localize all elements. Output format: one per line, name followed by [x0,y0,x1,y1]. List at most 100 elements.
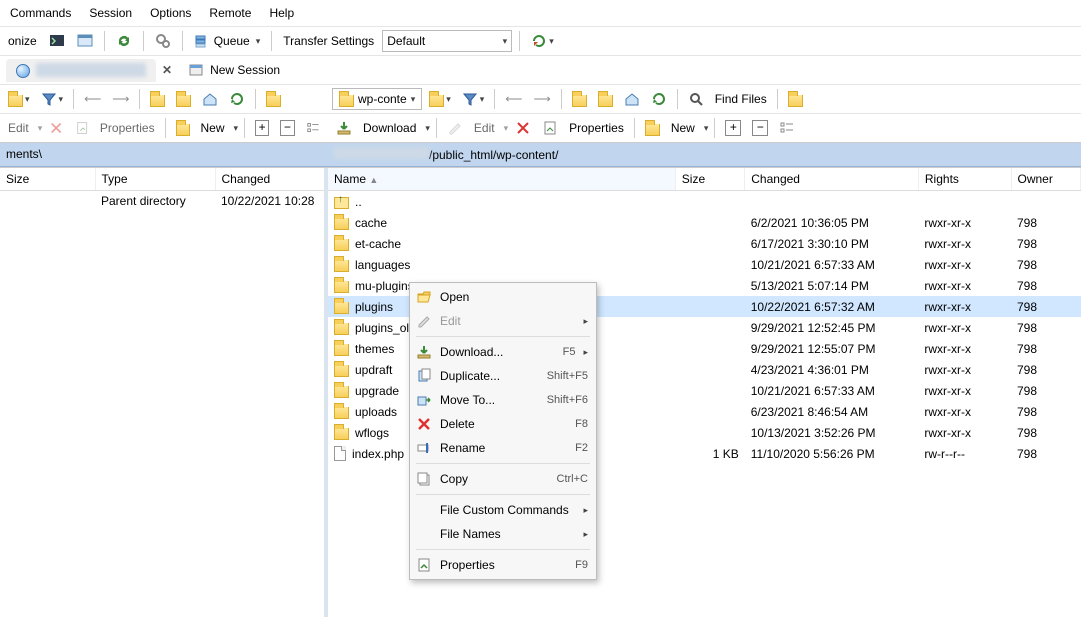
list-item[interactable]: Parent directory10/22/2021 10:28 [0,191,324,212]
menu-remote[interactable]: Remote [201,3,259,23]
remote-path[interactable]: /public_html/wp-content/ [328,143,1081,167]
local-fwd-icon[interactable]: ⟶ [108,88,133,110]
new-session-tab[interactable]: New Session [178,58,290,82]
local-syncdirs-icon[interactable] [262,88,285,110]
ctx-rename[interactable]: RenameF2 [410,436,596,460]
remote-plus-icon[interactable]: + [721,117,745,139]
col-rights[interactable]: Rights [918,168,1011,191]
menu-commands[interactable]: Commands [2,3,79,23]
col-name[interactable]: Name ▲ [328,168,675,191]
local-plus-icon[interactable]: + [251,117,273,139]
remote-props-icon[interactable] [538,117,562,139]
remote-filter-icon[interactable]: ▾ [458,88,489,110]
ctx-sep [416,463,590,464]
remote-minus-icon[interactable]: − [748,117,772,139]
queue-label: Queue [214,34,250,48]
ctx-delete[interactable]: DeleteF8 [410,412,596,436]
local-path[interactable]: ments\ [0,143,328,167]
folder-icon [334,218,349,230]
remote-action-toolbar: Download▾ Edit▾ Properties New▾ + − [328,114,1081,143]
session-tabs: ✕ New Session [0,55,1081,85]
list-item[interactable]: languages10/21/2021 6:57:33 AMrwxr-xr-x7… [328,254,1081,275]
local-new-icon[interactable] [172,117,194,139]
ctx-file-names[interactable]: File Names▸ [410,522,596,546]
remote-host-hidden [334,147,429,159]
find-files-button[interactable]: Find Files [711,92,771,106]
remote-checklist-icon[interactable] [775,117,799,139]
menu-options[interactable]: Options [142,3,199,23]
remote-edit-button[interactable]: Edit [470,121,499,135]
folder-icon [334,365,349,377]
folder-icon [334,386,349,398]
col-type[interactable]: Type [95,168,215,191]
active-session-tab[interactable] [6,59,156,82]
blank-icon [416,526,432,542]
local-properties-button[interactable]: Properties [96,121,159,135]
explorer-icon[interactable] [73,30,97,52]
close-tab-icon[interactable]: ✕ [158,63,176,77]
ctx-copy[interactable]: CopyCtrl+C [410,467,596,491]
ctx-open[interactable]: Open [410,285,596,309]
menu-session[interactable]: Session [81,3,140,23]
col-size[interactable]: Size [0,168,95,191]
local-pane: Size Type Changed Parent directory10/22/… [0,168,328,617]
local-back-icon[interactable]: ⟵ [80,88,105,110]
local-minus-icon[interactable]: − [276,117,298,139]
remote-new-button[interactable]: New [667,121,699,135]
download-icon[interactable] [332,117,356,139]
remote-back-icon[interactable]: ⟵ [501,88,526,110]
remote-new-icon[interactable] [641,117,664,139]
local-edit-button[interactable]: Edit [4,121,33,135]
remote-delete-icon[interactable] [511,117,535,139]
remote-root-icon[interactable] [594,88,617,110]
ctx-file-custom-commands[interactable]: File Custom Commands▸ [410,498,596,522]
terminal-icon[interactable] [45,30,69,52]
ctx-sep [416,549,590,550]
ctx-download-[interactable]: Download...F5▸ [410,340,596,364]
remote-open-folder-icon[interactable]: ▾ [425,88,455,110]
list-item[interactable]: et-cache6/17/2021 3:30:10 PMrwxr-xr-x798 [328,233,1081,254]
remote-up-icon[interactable] [568,88,591,110]
queue-button[interactable]: Queue ▾ [190,30,265,52]
remote-edit-icon[interactable] [443,117,467,139]
local-root-icon[interactable] [172,88,195,110]
col-owner[interactable]: Owner [1011,168,1081,191]
up-icon [334,197,349,209]
transfer-settings-select[interactable]: Default ▾ [382,30,512,52]
file-icon [334,446,346,461]
local-up-icon[interactable] [146,88,169,110]
local-new-button[interactable]: New [197,121,229,135]
local-filter-icon[interactable]: ▾ [37,88,68,110]
remote-find-icon[interactable] [684,88,708,110]
ctx-move-to-[interactable]: Move To...Shift+F6 [410,388,596,412]
ctx-duplicate-[interactable]: Duplicate...Shift+F5 [410,364,596,388]
col-changed[interactable]: Changed [215,168,324,191]
remote-refresh-icon[interactable] [647,88,671,110]
remote-path-combo[interactable]: wp-conte ▾ [332,88,422,110]
local-delete-icon[interactable] [45,117,67,139]
gears-icon[interactable] [151,30,175,52]
local-home-icon[interactable] [198,88,222,110]
list-item[interactable]: cache6/2/2021 10:36:05 PMrwxr-xr-x798 [328,212,1081,233]
new-session-icon [188,62,204,78]
remote-fwd-icon[interactable]: ⟶ [530,88,555,110]
download-button[interactable]: Download [359,121,420,135]
col-changed-r[interactable]: Changed [745,168,919,191]
ctx-properties[interactable]: PropertiesF9 [410,553,596,577]
local-checklist-icon[interactable] [302,117,324,139]
reload-icon[interactable]: ▾ [527,30,558,52]
local-refresh-icon[interactable] [225,88,249,110]
local-open-folder-icon[interactable]: ▾ [4,88,34,110]
remote-properties-button[interactable]: Properties [565,121,628,135]
local-props-icon[interactable] [71,117,93,139]
remote-syncdirs-icon[interactable] [784,88,807,110]
sync-icon[interactable] [112,30,136,52]
remote-combo-value: wp-conte [358,92,407,106]
props-icon [416,557,432,573]
remote-home-icon[interactable] [620,88,644,110]
menu-help[interactable]: Help [261,3,302,23]
list-item[interactable]: .. [328,191,1081,213]
toolbar-main: onize Queue ▾ Transfer Settings Default … [0,26,1081,55]
col-size-r[interactable]: Size [675,168,744,191]
new-session-label: New Session [210,63,280,77]
